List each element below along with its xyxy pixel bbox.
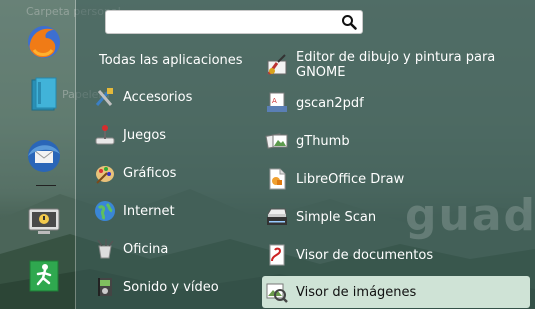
app-label: gscan2pdf: [296, 95, 364, 111]
sound-video-icon: [98, 278, 112, 296]
app-label: Visor de imágenes: [296, 284, 417, 300]
category-graficos[interactable]: Gráficos: [93, 158, 243, 188]
app-simple-scan[interactable]: Simple Scan: [262, 201, 530, 233]
firefox-icon[interactable]: [24, 22, 64, 62]
app-label: Simple Scan: [296, 209, 377, 225]
gthumb-icon: [265, 133, 288, 149]
accessories-icon: [95, 88, 113, 106]
search-icon[interactable]: [341, 14, 357, 30]
category-all-apps[interactable]: Todas las aplicaciones: [99, 53, 243, 68]
thunderbird-icon[interactable]: [24, 136, 64, 176]
graphics-icon: [96, 166, 114, 184]
office-icon: [97, 239, 114, 259]
document-viewer-icon: [269, 244, 285, 266]
lock-screen-icon[interactable]: [24, 202, 64, 242]
app-label: Visor de documentos: [296, 247, 434, 263]
category-sonido-video[interactable]: Sonido y vídeo: [93, 272, 243, 302]
category-label: Sonido y vídeo: [123, 279, 219, 295]
search-box[interactable]: [105, 10, 363, 35]
desktop: Carpeta personal Papelera guadal: [0, 0, 535, 309]
app-label: Editor de dibujo y pintura para GNOME: [296, 50, 496, 80]
app-visor-imagenes[interactable]: Visor de imágenes: [262, 276, 530, 308]
category-label: Juegos: [123, 127, 167, 143]
category-internet[interactable]: Internet: [93, 196, 243, 226]
category-label: Oficina: [123, 241, 169, 257]
category-accesorios[interactable]: Accesorios: [93, 82, 243, 112]
svg-text:A: A: [272, 97, 277, 105]
app-gscan2pdf[interactable]: A gscan2pdf: [262, 87, 530, 119]
dock-separator: [75, 0, 76, 309]
simple-scan-icon: [267, 208, 287, 225]
games-icon: [95, 125, 115, 145]
gscan2pdf-icon: A: [267, 92, 287, 112]
category-label: Internet: [123, 203, 175, 219]
app-gnome-paint[interactable]: Editor de dibujo y pintura para GNOME: [262, 49, 530, 81]
internet-icon: [95, 201, 115, 221]
gnome-paint-icon: [267, 54, 287, 75]
app-visor-documentos[interactable]: Visor de documentos: [262, 239, 530, 271]
dock-divider: [36, 185, 56, 186]
image-viewer-icon: [266, 283, 288, 303]
app-libreoffice-draw[interactable]: LibreOffice Draw: [262, 163, 530, 195]
app-label: LibreOffice Draw: [296, 171, 405, 187]
app-label: gThumb: [296, 133, 350, 149]
app-gthumb[interactable]: gThumb: [262, 125, 530, 157]
category-label: Accesorios: [123, 89, 193, 105]
category-oficina[interactable]: Oficina: [93, 234, 243, 264]
search-input[interactable]: [112, 11, 336, 35]
logout-icon[interactable]: [24, 256, 64, 296]
category-juegos[interactable]: Juegos: [93, 120, 243, 150]
category-label: Gráficos: [123, 165, 177, 181]
libreoffice-draw-icon: [269, 168, 286, 190]
files-icon[interactable]: [24, 74, 64, 114]
